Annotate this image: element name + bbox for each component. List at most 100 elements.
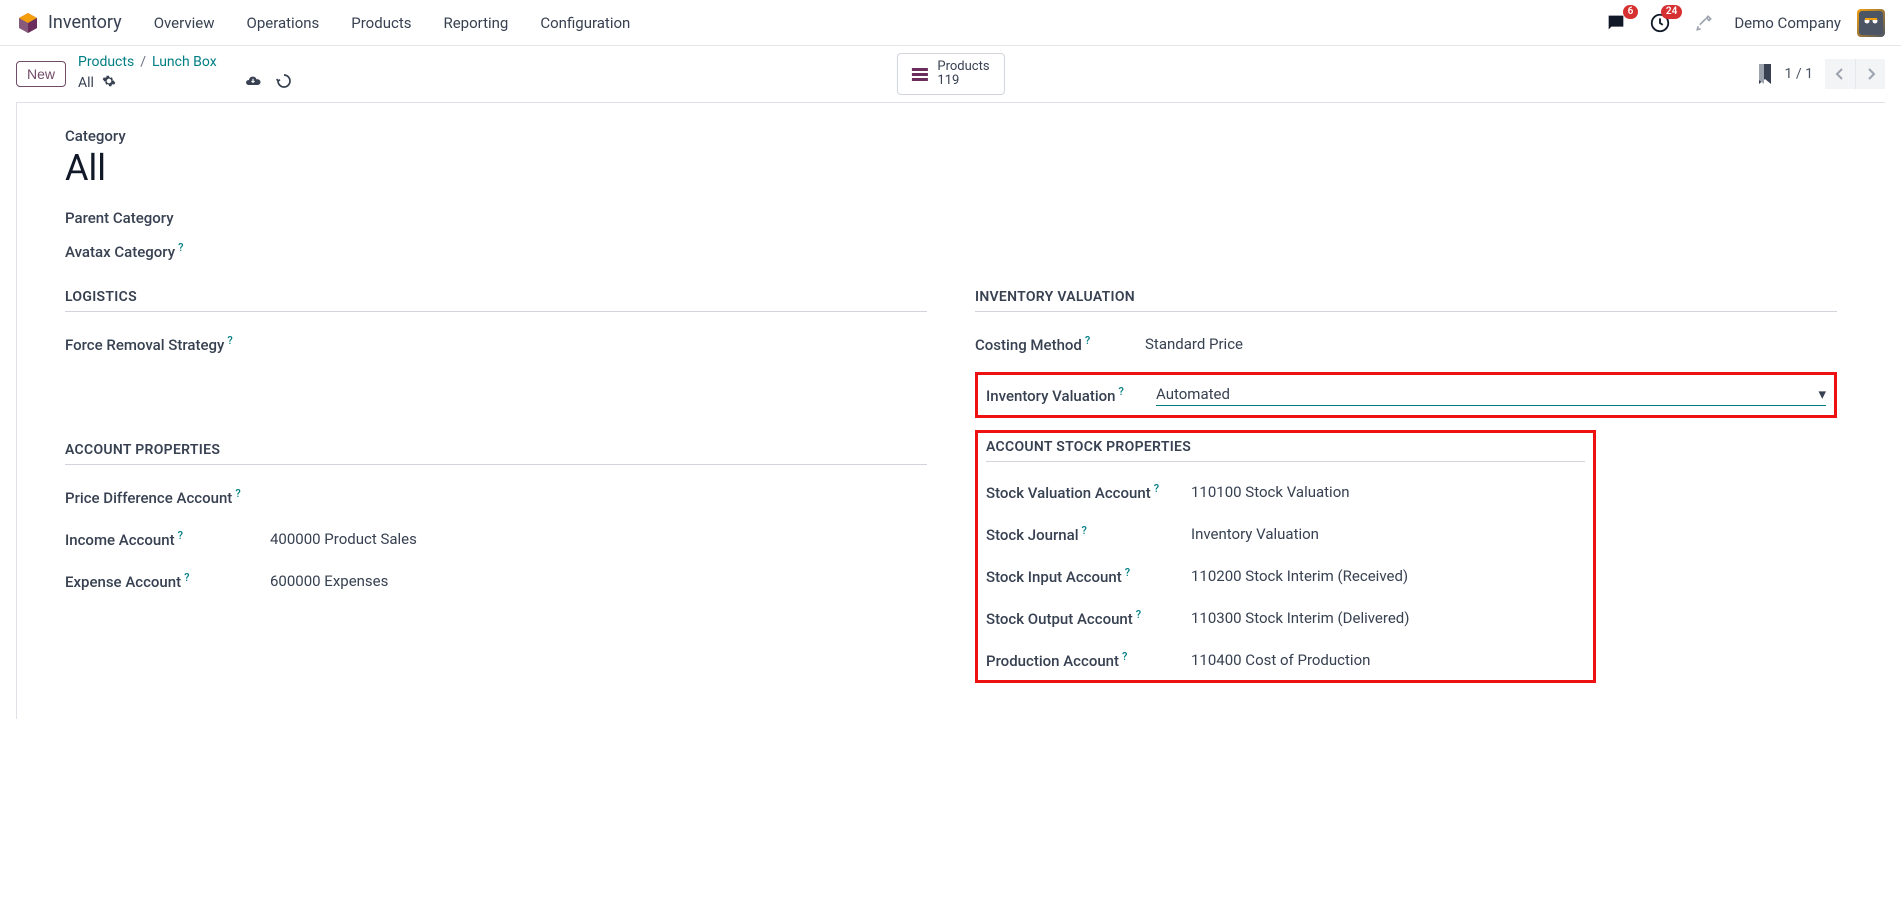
cp-center: Products 119 <box>896 53 1004 96</box>
stat-label: Products <box>937 60 989 74</box>
stock-journal-row: Stock Journal? Inventory Valuation <box>986 520 1585 548</box>
cloud-save-icon[interactable] <box>244 72 262 94</box>
chevron-down-icon: ▾ <box>1818 385 1826 403</box>
nav-menu-overview[interactable]: Overview <box>142 8 227 38</box>
stock-output-value[interactable]: 110300 Stock Interim (Delivered) <box>1191 609 1585 627</box>
nav-menu-reporting[interactable]: Reporting <box>431 8 520 38</box>
production-account-value[interactable]: 110400 Cost of Production <box>1191 651 1585 669</box>
stock-journal-label-text: Stock Journal <box>986 526 1079 544</box>
breadcrumb: Products / Lunch Box All <box>78 54 292 94</box>
costing-method-row: Costing Method? Standard Price <box>975 330 1837 358</box>
income-help-icon[interactable]: ? <box>178 529 183 542</box>
production-account-row: Production Account? 110400 Cost of Produ… <box>986 646 1585 674</box>
nav-menu: Overview Operations Products Reporting C… <box>142 8 643 38</box>
messages-icon[interactable]: 6 <box>1602 9 1630 37</box>
app-logo-icon[interactable] <box>16 11 40 35</box>
stock-input-label-text: Stock Input Account <box>986 568 1122 586</box>
costing-method-value[interactable]: Standard Price <box>1145 335 1837 353</box>
income-account-label: Income Account? <box>65 529 270 549</box>
control-panel: New Products / Lunch Box All <box>0 46 1901 102</box>
nav-menu-operations[interactable]: Operations <box>235 8 332 38</box>
discard-icon[interactable] <box>276 73 292 93</box>
products-stat-button[interactable]: Products 119 <box>896 53 1004 96</box>
price-diff-label: Price Difference Account? <box>65 487 270 507</box>
form-sheet: Category All Parent Category Avatax Cate… <box>16 102 1885 719</box>
stock-journal-help-icon[interactable]: ? <box>1082 524 1087 537</box>
stock-input-row: Stock Input Account? 110200 Stock Interi… <box>986 562 1585 590</box>
breadcrumb-products-link[interactable]: Products <box>78 54 134 70</box>
avatax-help-icon[interactable]: ? <box>178 241 183 254</box>
expense-account-row: Expense Account? 600000 Expenses <box>65 567 927 595</box>
bookmark-icon[interactable] <box>1757 64 1773 84</box>
pager-text[interactable]: 1 / 1 <box>1785 66 1813 82</box>
category-title[interactable]: All <box>65 149 1837 189</box>
stock-valuation-row: Stock Valuation Account? 110100 Stock Va… <box>986 478 1585 506</box>
pager-prev-button[interactable] <box>1825 59 1855 89</box>
inventory-valuation-row: Inventory Valuation? Automated ▾ <box>986 381 1826 409</box>
left-column: Logistics Force Removal Strategy? Accoun… <box>65 289 927 695</box>
inventory-valuation-select[interactable]: Automated ▾ <box>1156 383 1826 406</box>
force-removal-label-text: Force Removal Strategy <box>65 336 224 354</box>
breadcrumb-actions <box>244 72 292 94</box>
pager-buttons <box>1825 59 1885 89</box>
nav-menu-configuration[interactable]: Configuration <box>528 8 642 38</box>
stock-valuation-label-text: Stock Valuation Account <box>986 484 1151 502</box>
stock-output-help-icon[interactable]: ? <box>1136 608 1141 621</box>
inventory-valuation-selected: Automated <box>1156 385 1230 403</box>
expense-help-icon[interactable]: ? <box>184 571 189 584</box>
force-removal-label: Force Removal Strategy? <box>65 334 270 354</box>
cp-left: New Products / Lunch Box All <box>16 54 292 94</box>
income-account-row: Income Account? 400000 Product Sales <box>65 525 927 553</box>
stat-count: 119 <box>937 74 989 88</box>
stock-input-value[interactable]: 110200 Stock Interim (Received) <box>1191 567 1585 585</box>
messages-badge: 6 <box>1623 5 1639 19</box>
expense-account-value[interactable]: 600000 Expenses <box>270 572 927 590</box>
category-label: Category <box>65 127 1837 145</box>
stock-journal-label: Stock Journal? <box>986 524 1191 544</box>
navbar-left: Inventory Overview Operations Products R… <box>16 8 642 38</box>
inventory-valuation-label-text: Inventory Valuation <box>986 387 1116 405</box>
user-avatar[interactable] <box>1857 9 1885 37</box>
force-removal-row: Force Removal Strategy? <box>65 330 927 358</box>
parent-category-label: Parent Category <box>65 209 174 227</box>
stock-valuation-help-icon[interactable]: ? <box>1154 482 1159 495</box>
breadcrumb-sep: / <box>140 54 146 70</box>
activities-badge: 24 <box>1661 5 1682 19</box>
company-name[interactable]: Demo Company <box>1734 14 1841 32</box>
new-button[interactable]: New <box>16 61 66 87</box>
avatax-label-text: Avatax Category <box>65 243 175 261</box>
stock-valuation-value[interactable]: 110100 Stock Valuation <box>1191 483 1585 501</box>
production-label-text: Production Account <box>986 652 1119 670</box>
expense-account-label: Expense Account? <box>65 571 270 591</box>
navbar: Inventory Overview Operations Products R… <box>0 0 1901 46</box>
list-icon <box>911 68 927 81</box>
activities-icon[interactable]: 24 <box>1646 9 1674 37</box>
stat-text: Products 119 <box>937 60 989 89</box>
price-diff-label-text: Price Difference Account <box>65 489 232 507</box>
inventory-valuation-help-icon[interactable]: ? <box>1119 385 1124 398</box>
breadcrumb-bottom: All <box>78 72 292 94</box>
tools-icon[interactable] <box>1690 9 1718 37</box>
breadcrumb-top: Products / Lunch Box <box>78 54 292 70</box>
production-help-icon[interactable]: ? <box>1122 650 1127 663</box>
gear-icon[interactable] <box>102 74 116 92</box>
inventory-valuation-section-title: Inventory Valuation <box>975 289 1837 312</box>
nav-menu-products[interactable]: Products <box>339 8 423 38</box>
inventory-valuation-highlight: Inventory Valuation? Automated ▾ <box>975 372 1837 418</box>
stock-output-label: Stock Output Account? <box>986 608 1191 628</box>
stock-valuation-label: Stock Valuation Account? <box>986 482 1191 502</box>
two-column-layout: Logistics Force Removal Strategy? Accoun… <box>65 289 1837 695</box>
avatax-category-label: Avatax Category? <box>65 241 183 261</box>
breadcrumb-lunchbox-link[interactable]: Lunch Box <box>152 54 217 70</box>
costing-method-help-icon[interactable]: ? <box>1085 334 1090 347</box>
stock-input-help-icon[interactable]: ? <box>1125 566 1130 579</box>
price-diff-help-icon[interactable]: ? <box>235 487 240 500</box>
income-account-value[interactable]: 400000 Product Sales <box>270 530 927 548</box>
force-removal-help-icon[interactable]: ? <box>227 334 232 347</box>
stock-journal-value[interactable]: Inventory Valuation <box>1191 525 1585 543</box>
production-account-label: Production Account? <box>986 650 1191 670</box>
right-column: Inventory Valuation Costing Method? Stan… <box>975 289 1837 695</box>
parent-category-row: Parent Category <box>65 209 1837 227</box>
app-name[interactable]: Inventory <box>48 12 122 33</box>
pager-next-button[interactable] <box>1855 59 1885 89</box>
